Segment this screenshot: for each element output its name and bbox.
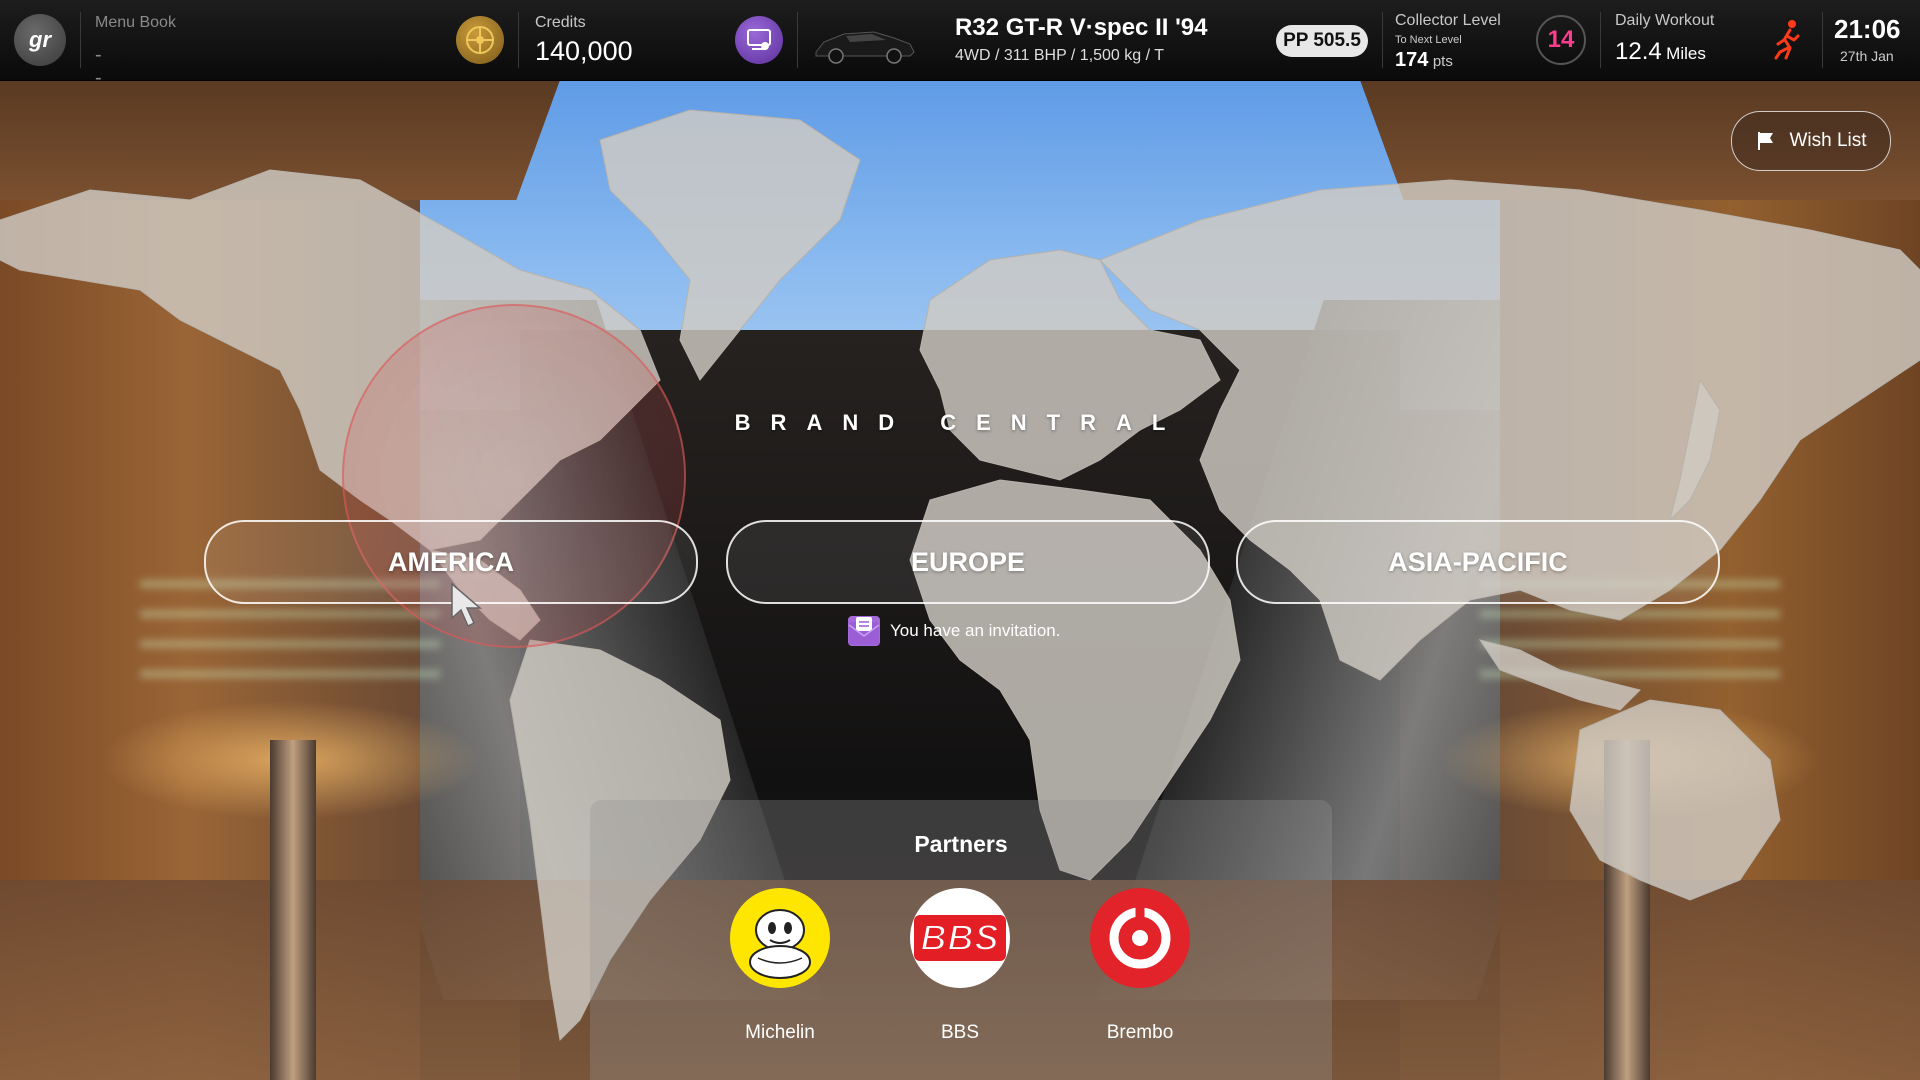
region-america-label: AMERICA: [388, 546, 514, 577]
region-europe-button[interactable]: EUROPE: [726, 520, 1210, 604]
cursor-pointer-icon: [451, 582, 483, 628]
pp-badge: PP 505.5: [1276, 25, 1368, 57]
car-name: R32 GT-R V·spec II '94: [955, 14, 1208, 41]
region-asia-pacific-label: ASIA-PACIFIC: [1388, 546, 1568, 577]
bbs-logo-icon: BBS: [910, 888, 1010, 988]
car-thumbnail-icon[interactable]: [810, 16, 920, 68]
menu-book-value: --: [95, 44, 102, 89]
invitation-notice[interactable]: You have an invitation.: [848, 616, 1060, 646]
credits-label: Credits: [535, 14, 586, 31]
region-europe-label: EUROPE: [910, 546, 1026, 577]
workout-unit: Miles: [1666, 44, 1706, 63]
daily-workout-label: Daily Workout: [1615, 12, 1715, 29]
wish-list-label: Wish List: [1789, 130, 1867, 151]
gt-logo-icon[interactable]: gr: [14, 14, 66, 66]
brand-central-title: BRAND CENTRAL: [734, 410, 1186, 435]
collector-level-badge: 14: [1536, 15, 1586, 65]
car-specs: 4WD / 311 BHP / 1,500 kg / T: [955, 47, 1164, 64]
envelope-icon: [848, 616, 880, 646]
partner-bbs[interactable]: BBS BBS: [900, 888, 1020, 1044]
flag-icon: [1758, 132, 1774, 150]
daily-workout-distance: 12.4 Miles: [1615, 38, 1706, 66]
islands-southeast-asia: [1478, 639, 1641, 711]
garage-icon[interactable]: [735, 16, 783, 64]
partner-brembo-name: Brembo: [1106, 1022, 1174, 1043]
partner-michelin[interactable]: Michelin: [720, 888, 840, 1044]
partner-michelin-name: Michelin: [745, 1022, 815, 1043]
clock-time: 21:06: [1834, 14, 1901, 44]
divider: [797, 12, 798, 68]
runner-icon: [1774, 20, 1800, 60]
menu-book-label: Menu Book: [95, 14, 176, 31]
partner-brembo[interactable]: Brembo: [1080, 888, 1200, 1044]
collector-next-label: To Next Level: [1395, 34, 1462, 46]
clock-date: 27th Jan: [1840, 48, 1894, 64]
collector-points: 174 pts: [1395, 49, 1453, 72]
bbs-logo-text: BBS: [914, 915, 1006, 961]
top-status-bar: gr Menu Book -- Credits 140,000 R32 GT-R…: [0, 0, 1920, 89]
wish-list-button[interactable]: Wish List: [1731, 111, 1891, 171]
clock-section: 21:06 27th Jan: [1834, 0, 1914, 80]
invitation-text: You have an invitation.: [890, 621, 1061, 640]
credits-icon: [456, 16, 504, 64]
partners-title: Partners: [914, 831, 1008, 857]
region-asia-pacific-button[interactable]: ASIA-PACIFIC: [1236, 520, 1720, 604]
collector-points-value: 174: [1395, 49, 1429, 71]
credits-value: 140,000: [535, 36, 633, 66]
collector-points-unit: pts: [1432, 53, 1453, 70]
continent-australia: [1569, 699, 1781, 901]
partner-bbs-name: BBS: [940, 1022, 980, 1043]
partners-panel: Partners Michelin BBS BBS Brembo: [590, 800, 1332, 1080]
brembo-logo-icon: [1090, 888, 1190, 988]
divider: [1382, 12, 1383, 68]
michelin-logo-icon: [730, 888, 830, 988]
divider: [80, 12, 81, 68]
divider: [1600, 12, 1601, 68]
divider: [1822, 12, 1823, 68]
workout-value: 12.4: [1615, 38, 1662, 65]
divider: [518, 12, 519, 68]
collector-level-label: Collector Level: [1395, 12, 1501, 29]
